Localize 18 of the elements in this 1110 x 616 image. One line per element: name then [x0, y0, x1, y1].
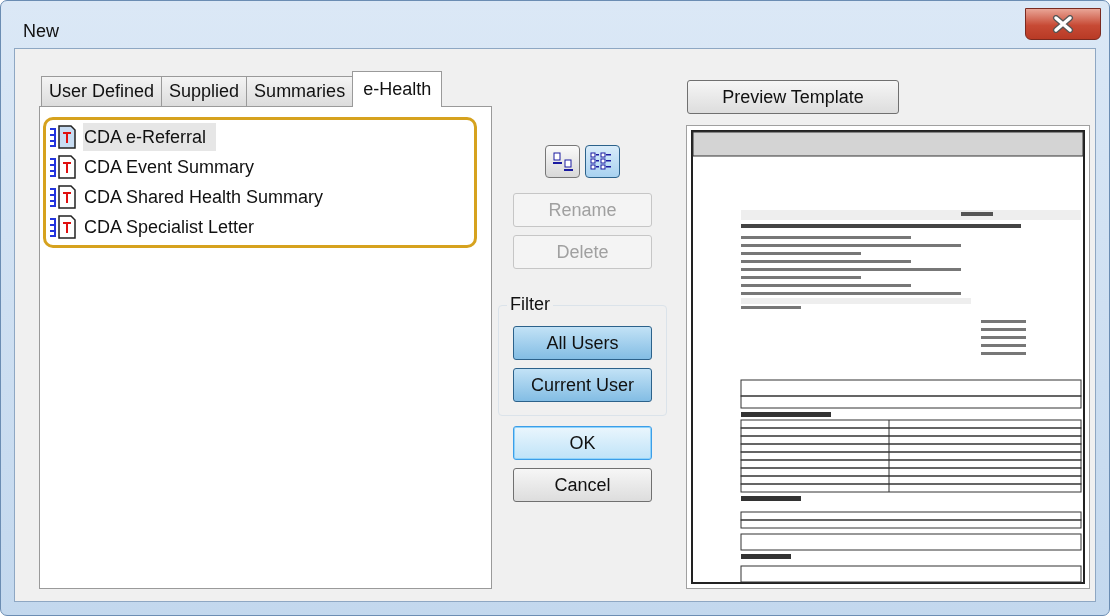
ok-button[interactable]: OK — [513, 426, 652, 460]
template-name[interactable]: CDA Event Summary — [83, 153, 265, 181]
cancel-button[interactable]: Cancel — [513, 468, 652, 502]
tab[interactable]: Summaries — [246, 76, 354, 106]
close-button[interactable] — [1025, 8, 1101, 40]
view-toggle-button[interactable] — [585, 145, 620, 178]
template-name[interactable]: CDA e-Referral — [83, 123, 217, 151]
filter-button[interactable]: All Users — [513, 326, 652, 360]
template-name[interactable]: CDA Specialist Letter — [83, 213, 265, 241]
window-title: New — [23, 21, 59, 42]
tab[interactable]: Supplied — [161, 76, 248, 106]
filter-button[interactable]: Current User — [513, 368, 652, 402]
view-toggle-button[interactable] — [545, 145, 580, 178]
preview-button[interactable]: Preview Template — [687, 80, 899, 114]
template-name[interactable]: CDA Shared Health Summary — [83, 183, 334, 211]
tab[interactable]: e-Health — [352, 71, 443, 107]
tab[interactable]: User Defined — [41, 76, 163, 106]
close-icon — [1052, 15, 1074, 33]
